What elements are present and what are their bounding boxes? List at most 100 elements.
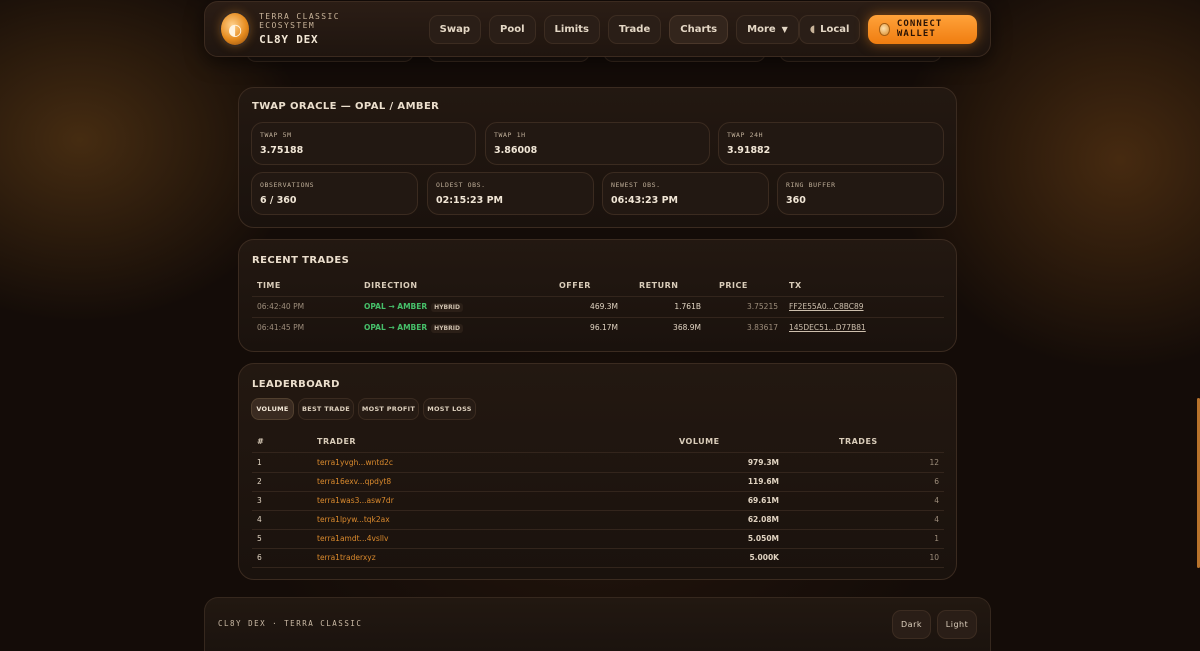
leader-volume: 5.000K — [749, 553, 779, 562]
col-header-volume: VOLUME — [679, 437, 720, 446]
tab-volume[interactable]: VOLUME — [251, 398, 294, 420]
twap-oracle-title: TWAP ORACLE — OPAL / AMBER — [252, 101, 440, 112]
stat-label: TWAP 5M — [260, 131, 292, 139]
header-actions: ◖ Local CONNECT WALLET — [798, 14, 977, 44]
stat-label: NEWEST OBS. — [611, 181, 661, 189]
route-badge: HYBRID — [431, 324, 463, 333]
stat-label: TWAP 24H — [727, 131, 764, 139]
brand: TERRA CLASSIC ECOSYSTEM CL8Y DEX — [259, 12, 385, 46]
stat-twap-5m: TWAP 5M 3.75188 — [251, 122, 476, 165]
trade-price: 3.83617 — [746, 323, 778, 332]
tab-most-profit[interactable]: MOST PROFIT — [358, 398, 419, 420]
col-header-trades: TRADES — [839, 437, 878, 446]
recent-trades-panel: RECENT TRADES TIME DIRECTION OFFER RETUR… — [238, 239, 957, 352]
trade-return: 368.9M — [673, 323, 701, 332]
stat-value: 6 / 360 — [260, 195, 297, 206]
nav-swap-button[interactable]: Swap — [428, 14, 482, 44]
nav-charts-button[interactable]: Charts — [669, 14, 729, 44]
trade-direction: OPAL → AMBER HYBRID — [364, 302, 463, 312]
leader-rank: 2 — [257, 477, 262, 486]
leader-trader-link[interactable]: terra1traderxyz — [317, 553, 376, 562]
stat-value: 06:43:23 PM — [611, 195, 678, 206]
main-nav: Swap Pool Limits Trade Charts More ▼ — [428, 14, 799, 44]
trade-tx-link[interactable]: 145DEC51...D77B81 — [789, 323, 866, 332]
nav-trade-button[interactable]: Trade — [607, 14, 662, 44]
wallet-coin-icon — [879, 22, 890, 36]
leader-volume: 5.050M — [747, 534, 779, 543]
stat-value: 360 — [786, 195, 806, 206]
leader-trades: 4 — [934, 515, 939, 524]
stat-label: OBSERVATIONS — [260, 181, 315, 189]
leader-rank: 6 — [257, 553, 262, 562]
nav-pool-button[interactable]: Pool — [489, 14, 536, 44]
recent-trades-title: RECENT TRADES — [252, 255, 350, 266]
row-divider — [252, 510, 944, 511]
theme-dark-button[interactable]: Dark — [892, 610, 931, 639]
trade-time: 06:42:40 PM — [257, 302, 305, 311]
connect-wallet-label: CONNECT WALLET — [896, 19, 943, 39]
leader-trader-link[interactable]: terra1amdt...4vsllv — [317, 534, 388, 543]
theme-light-button[interactable]: Light — [937, 610, 977, 639]
twap-oracle-panel: TWAP ORACLE — OPAL / AMBER TWAP 5M 3.751… — [238, 87, 957, 228]
col-header-rank: # — [257, 437, 265, 446]
leaderboard-title: LEADERBOARD — [252, 379, 340, 390]
leader-volume: 119.6M — [747, 477, 779, 486]
top-navigation-bar: ◐ TERRA CLASSIC ECOSYSTEM CL8Y DEX Swap … — [204, 1, 991, 57]
row-divider — [252, 491, 944, 492]
leader-rank: 4 — [257, 515, 262, 524]
stat-value: 02:15:23 PM — [436, 195, 503, 206]
col-header-offer: OFFER — [559, 281, 591, 290]
trade-direction-text: OPAL → AMBER — [364, 323, 428, 332]
network-label: Local — [820, 23, 850, 35]
col-header-time: TIME — [257, 281, 281, 290]
trade-offer: 469.3M — [590, 302, 618, 311]
stat-twap-24h: TWAP 24H 3.91882 — [718, 122, 944, 165]
leader-trader-link[interactable]: terra1yvgh...wntd2c — [317, 458, 393, 467]
nav-more-button[interactable]: More ▼ — [736, 14, 799, 44]
tab-most-loss[interactable]: MOST LOSS — [423, 398, 476, 420]
trade-offer: 96.17M — [590, 323, 618, 332]
connect-wallet-button[interactable]: CONNECT WALLET — [868, 14, 977, 44]
stat-label: RING BUFFER — [786, 181, 836, 189]
trade-price: 3.75215 — [746, 302, 778, 311]
leader-trader-link[interactable]: terra1lpyw...tqk2ax — [317, 515, 390, 524]
stat-value: 3.86008 — [494, 145, 538, 156]
leader-trader-link[interactable]: terra16exv...qpdyt8 — [317, 477, 391, 486]
leader-trades: 1 — [934, 534, 939, 543]
network-icon: ◖ — [809, 23, 816, 35]
caret-down-icon: ▼ — [781, 24, 788, 34]
stat-newest-obs: NEWEST OBS. 06:43:23 PM — [602, 172, 769, 215]
tab-best-trade[interactable]: BEST TRADE — [298, 398, 354, 420]
stat-ring-buffer: RING BUFFER 360 — [777, 172, 944, 215]
row-divider — [252, 567, 944, 568]
col-header-trader: TRADER — [317, 437, 357, 446]
leader-rank: 3 — [257, 496, 262, 505]
row-divider — [252, 296, 944, 297]
leader-volume: 62.08M — [747, 515, 779, 524]
stat-twap-1h: TWAP 1H 3.86008 — [485, 122, 710, 165]
trade-time: 06:41:45 PM — [257, 323, 305, 332]
leader-trades: 12 — [929, 458, 939, 467]
leader-trades: 4 — [934, 496, 939, 505]
leaderboard-panel: LEADERBOARD VOLUME BEST TRADE MOST PROFI… — [238, 363, 957, 580]
brand-subtitle: TERRA CLASSIC ECOSYSTEM — [259, 12, 340, 30]
leader-volume: 979.3M — [747, 458, 779, 467]
network-selector-button[interactable]: ◖ Local — [798, 14, 861, 44]
trade-return: 1.761B — [674, 302, 701, 311]
nav-more-label: More — [747, 23, 776, 35]
leader-trades: 10 — [929, 553, 939, 562]
trade-direction: OPAL → AMBER HYBRID — [364, 323, 463, 333]
leader-trades: 6 — [934, 477, 939, 486]
footer-text: CL8Y DEX · TERRA CLASSIC — [218, 619, 363, 628]
route-badge: HYBRID — [431, 303, 463, 312]
brand-logo-icon[interactable]: ◐ — [221, 13, 250, 45]
row-divider — [252, 548, 944, 549]
nav-limits-button[interactable]: Limits — [543, 14, 600, 44]
leader-rank: 1 — [257, 458, 262, 467]
trade-direction-text: OPAL → AMBER — [364, 302, 428, 311]
row-divider — [252, 529, 944, 530]
row-divider — [252, 317, 944, 318]
leader-trader-link[interactable]: terra1was3...asw7dr — [317, 496, 394, 505]
trade-tx-link[interactable]: FF2E55A0...C8BC89 — [789, 302, 864, 311]
col-header-price: PRICE — [719, 281, 748, 290]
